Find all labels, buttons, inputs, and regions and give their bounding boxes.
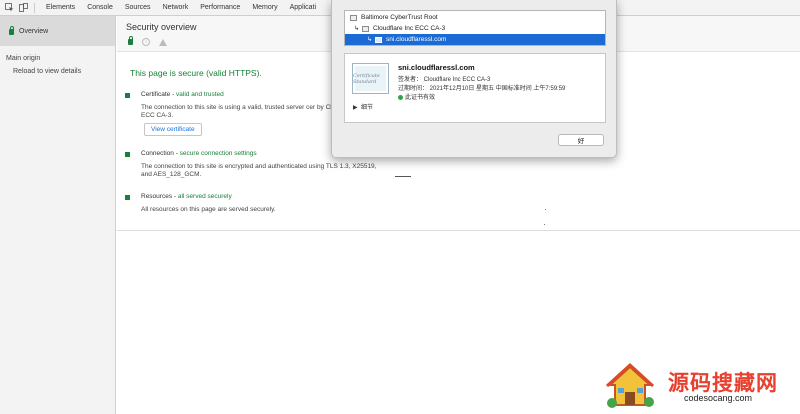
sidebar-section-main-origin: Main origin (6, 55, 41, 62)
certificate-dialog: Baltimore CyberTrust Root ↳ Cloudflare I… (331, 0, 617, 158)
view-certificate-button[interactable]: View certificate (144, 123, 202, 136)
resources-description: All resources on this page are served se… (141, 206, 276, 213)
chain-item-label: Cloudflare Inc ECC CA-3 (373, 25, 446, 32)
sidebar-item-label: Overview (19, 27, 49, 35)
device-toolbar-icon[interactable] (18, 3, 28, 13)
resources-title: Resources - all served securely (141, 193, 232, 200)
chain-arrow-icon: ↳ (367, 37, 373, 43)
certificate-icon (350, 14, 357, 21)
section-title: Connection (141, 150, 174, 157)
watermark-url: codesocang.com (684, 393, 753, 403)
section-status: all served securely (177, 193, 232, 200)
tab-performance[interactable]: Performance (194, 0, 246, 16)
chain-item-leaf[interactable]: ↳ sni.cloudflaressl.com (345, 34, 605, 45)
disclosure-triangle-icon: ▶ (353, 105, 358, 111)
sidebar-item-reload[interactable]: Reload to view details (0, 68, 115, 75)
sidebar-item-overview[interactable]: Overview (0, 16, 115, 46)
tab-console[interactable]: Console (81, 0, 119, 16)
info-icon: i (142, 38, 150, 46)
secure-status-icon (125, 93, 130, 98)
secure-status-icon (125, 152, 130, 157)
certificate-image-icon: Certificate Standard (352, 63, 389, 94)
watermark: 源码搜藏网 codesocang.com (598, 357, 800, 414)
lock-icon (9, 26, 14, 35)
certificate-icon (375, 36, 383, 43)
resources-section: Resources - all served securely All reso… (125, 193, 425, 219)
security-sidebar: Overview Main origin Reload to view deta… (0, 16, 116, 414)
certificate-title: Certificate - valid and trusted (141, 91, 224, 98)
certificate-name: sni.cloudflaressl.com (398, 63, 475, 72)
certificate-expiry: 过期时间： 2021年12月10日 星期五 中国标准时间 上午7:59:59 (398, 86, 566, 92)
connection-description: The connection to this site is encrypted… (141, 163, 377, 178)
section-status: secure connection settings (179, 150, 257, 157)
chain-arrow-icon: ↳ (354, 26, 360, 32)
chain-item-label: sni.cloudflaressl.com (386, 36, 447, 43)
tab-sources[interactable]: Sources (119, 0, 157, 16)
tab-elements[interactable]: Elements (40, 0, 81, 16)
details-disclosure[interactable]: ▶ 细节 (353, 102, 373, 111)
stray-dot (545, 209, 546, 210)
warning-icon (159, 38, 167, 46)
connection-title: Connection - secure connection settings (141, 150, 257, 157)
tab-memory[interactable]: Memory (246, 0, 283, 16)
section-status: valid and trusted (176, 91, 224, 98)
details-label: 细节 (360, 105, 373, 111)
section-title: Certificate (141, 91, 171, 98)
security-summary-text: This page is secure (valid HTTPS). (130, 68, 262, 78)
toolbar-divider (34, 2, 35, 13)
divider-mark (395, 176, 411, 177)
certificate-chain-tree: Baltimore CyberTrust Root ↳ Cloudflare I… (344, 10, 606, 46)
ok-button[interactable]: 好 (558, 134, 604, 146)
stray-dot (544, 224, 545, 225)
certificate-issuer: 签发者： Cloudflare Inc ECC CA-3 (398, 77, 491, 83)
inspect-element-icon[interactable] (4, 3, 14, 13)
validity-label: 此证书有效 (405, 95, 436, 101)
certificate-icon (362, 25, 370, 32)
chain-item-root[interactable]: Baltimore CyberTrust Root (345, 12, 605, 23)
chain-item-intermediate[interactable]: ↳ Cloudflare Inc ECC CA-3 (345, 23, 605, 34)
house-logo-icon (605, 362, 655, 408)
section-title: Resources (141, 193, 173, 200)
certificate-detail: Certificate Standard sni.cloudflaressl.c… (344, 53, 606, 123)
chain-item-label: Baltimore CyberTrust Root (361, 14, 438, 21)
tab-application[interactable]: Applicati (284, 0, 322, 16)
check-icon (398, 95, 403, 100)
tab-network[interactable]: Network (157, 0, 195, 16)
secure-status-icon (125, 195, 130, 200)
secure-lock-icon (128, 36, 133, 45)
certificate-validity: 此证书有效 (398, 92, 435, 101)
